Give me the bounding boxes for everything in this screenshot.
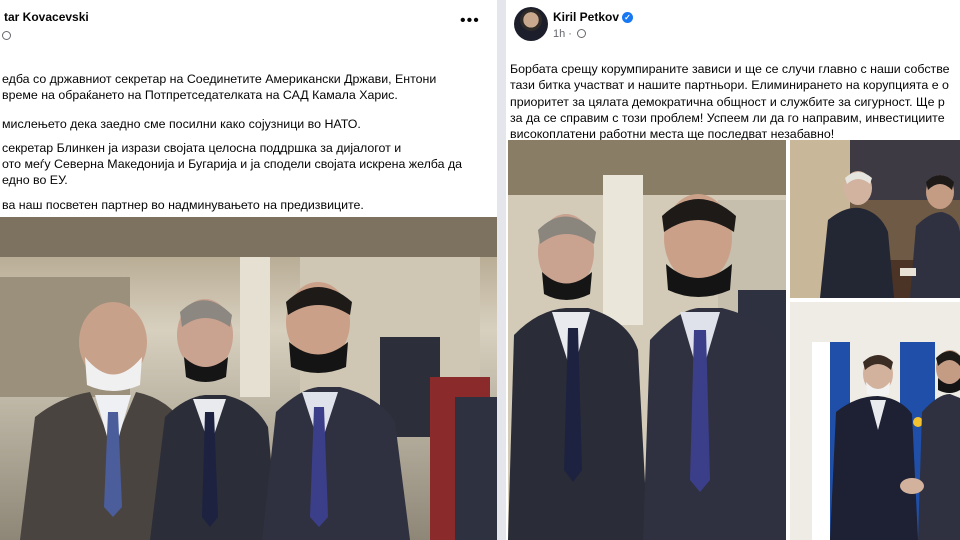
panel-divider: [497, 0, 506, 540]
post-author-header: Kiril Petkov ✓: [553, 10, 634, 24]
left-facebook-post: tar Kovacevski ••• едба со државниот сек…: [0, 0, 497, 540]
more-options-icon[interactable]: •••: [460, 12, 480, 30]
avatar[interactable]: [514, 7, 548, 41]
post-text-line: едно во ЕУ.: [2, 173, 68, 188]
post-photo[interactable]: [0, 217, 497, 540]
post-text-line: приоритет за цялата демократична общност…: [510, 94, 945, 109]
post-text-line: ото меѓу Северна Македонија и Бугарија и…: [2, 157, 463, 172]
post-text-line: време на обраќането на Потпретседателкат…: [2, 88, 398, 103]
post-text-line: тази битка участват и нашите партньори. …: [510, 78, 949, 93]
post-text-line: мислењето дека заедно сме посилни како с…: [2, 116, 361, 131]
post-text-line: за да се справим с този проблем! Успеем …: [510, 110, 945, 125]
right-facebook-post: Kiril Petkov ✓ 1h · Борбата срещу корумпи…: [506, 0, 960, 540]
post-author-name[interactable]: tar Kovacevski: [4, 10, 89, 24]
post-photo-main[interactable]: [508, 140, 786, 540]
post-text-line: ва наш посветен партнер во надминувањето…: [2, 197, 364, 212]
post-timestamp[interactable]: 1h: [553, 28, 565, 40]
verified-badge-icon: ✓: [622, 12, 634, 23]
post-author-name[interactable]: Kiril Petkov: [553, 10, 619, 24]
post-meta: [0, 30, 11, 42]
post-photo-secondary[interactable]: [790, 140, 960, 298]
post-meta: 1h ·: [553, 28, 587, 40]
post-text-line: едба со државниот секретар на Соединетит…: [2, 72, 437, 86]
post-text-line: Борбата срещу корумпираните зависи и ще …: [510, 62, 950, 76]
globe-icon: [2, 31, 11, 40]
post-text-line: секретар Блинкен ја изрази својата целос…: [2, 140, 402, 155]
post-text: едба со државниот секретар на Соединетит…: [2, 71, 462, 213]
post-text: Борбата срещу корумпираните зависи и ще …: [510, 61, 950, 142]
post-photo-tertiary[interactable]: [790, 302, 960, 540]
globe-icon: [577, 29, 587, 38]
